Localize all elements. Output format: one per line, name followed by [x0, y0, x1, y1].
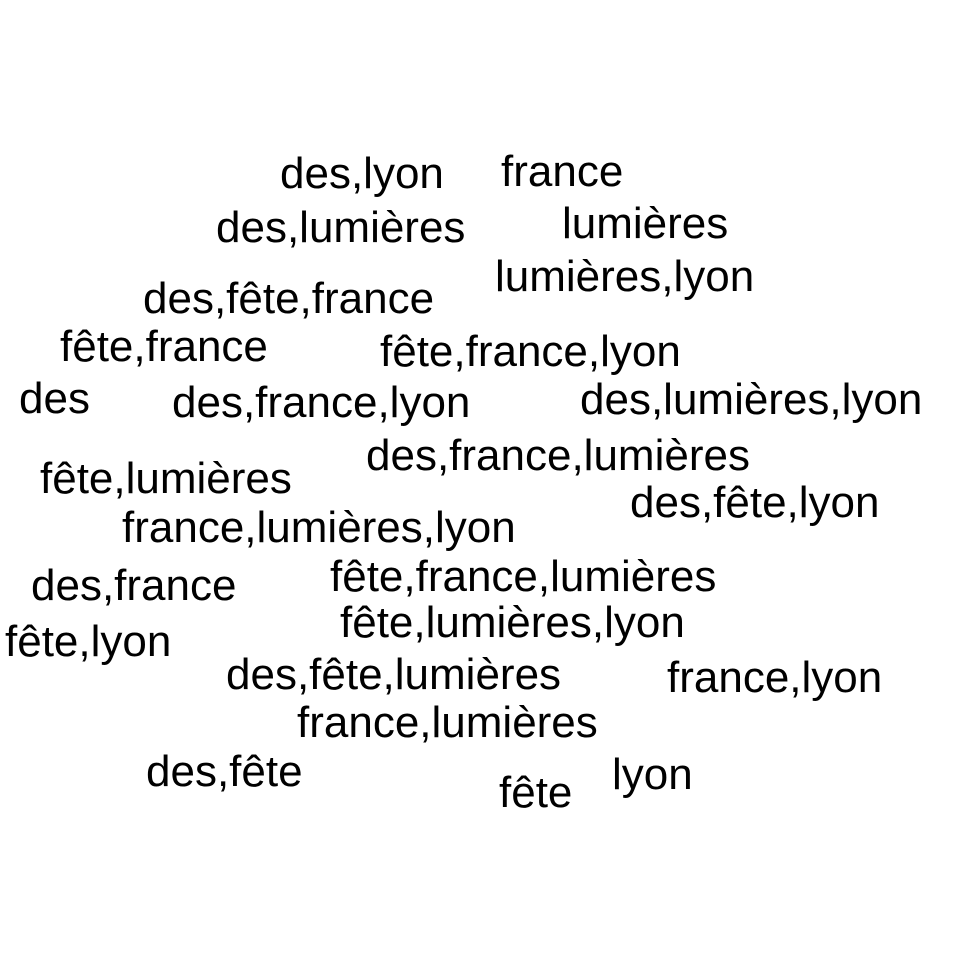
word: fête: [499, 768, 573, 817]
word: des,fête,lumières: [226, 650, 562, 699]
word: des: [19, 374, 90, 423]
word: des,fête: [146, 747, 303, 796]
word: france,lyon: [667, 653, 883, 702]
word: france,lumières,lyon: [122, 503, 516, 552]
word: france,lumières: [297, 698, 598, 747]
word: lyon: [612, 750, 693, 799]
word: fête,france,lyon: [380, 327, 681, 376]
word: fête,france: [60, 322, 268, 371]
word: fête,france,lumières: [330, 552, 717, 601]
word: des,lumières: [216, 203, 466, 252]
word: des,lumières,lyon: [580, 375, 923, 424]
word: des,france: [31, 561, 237, 610]
word: des,france,lyon: [172, 378, 471, 427]
word: lumières: [562, 199, 729, 248]
word: fête,lyon: [5, 617, 172, 666]
word: france: [501, 147, 624, 196]
word-cloud: des,lyon france des,lumières lumières lu…: [0, 0, 960, 960]
word: des,fête,lyon: [630, 478, 880, 527]
word: fête,lumières,lyon: [340, 598, 685, 647]
word: des,fête,france: [143, 274, 435, 323]
word: des,lyon: [280, 149, 444, 198]
word: des,france,lumières: [366, 431, 750, 480]
word: fête,lumières: [40, 454, 292, 503]
word: lumières,lyon: [495, 252, 755, 301]
